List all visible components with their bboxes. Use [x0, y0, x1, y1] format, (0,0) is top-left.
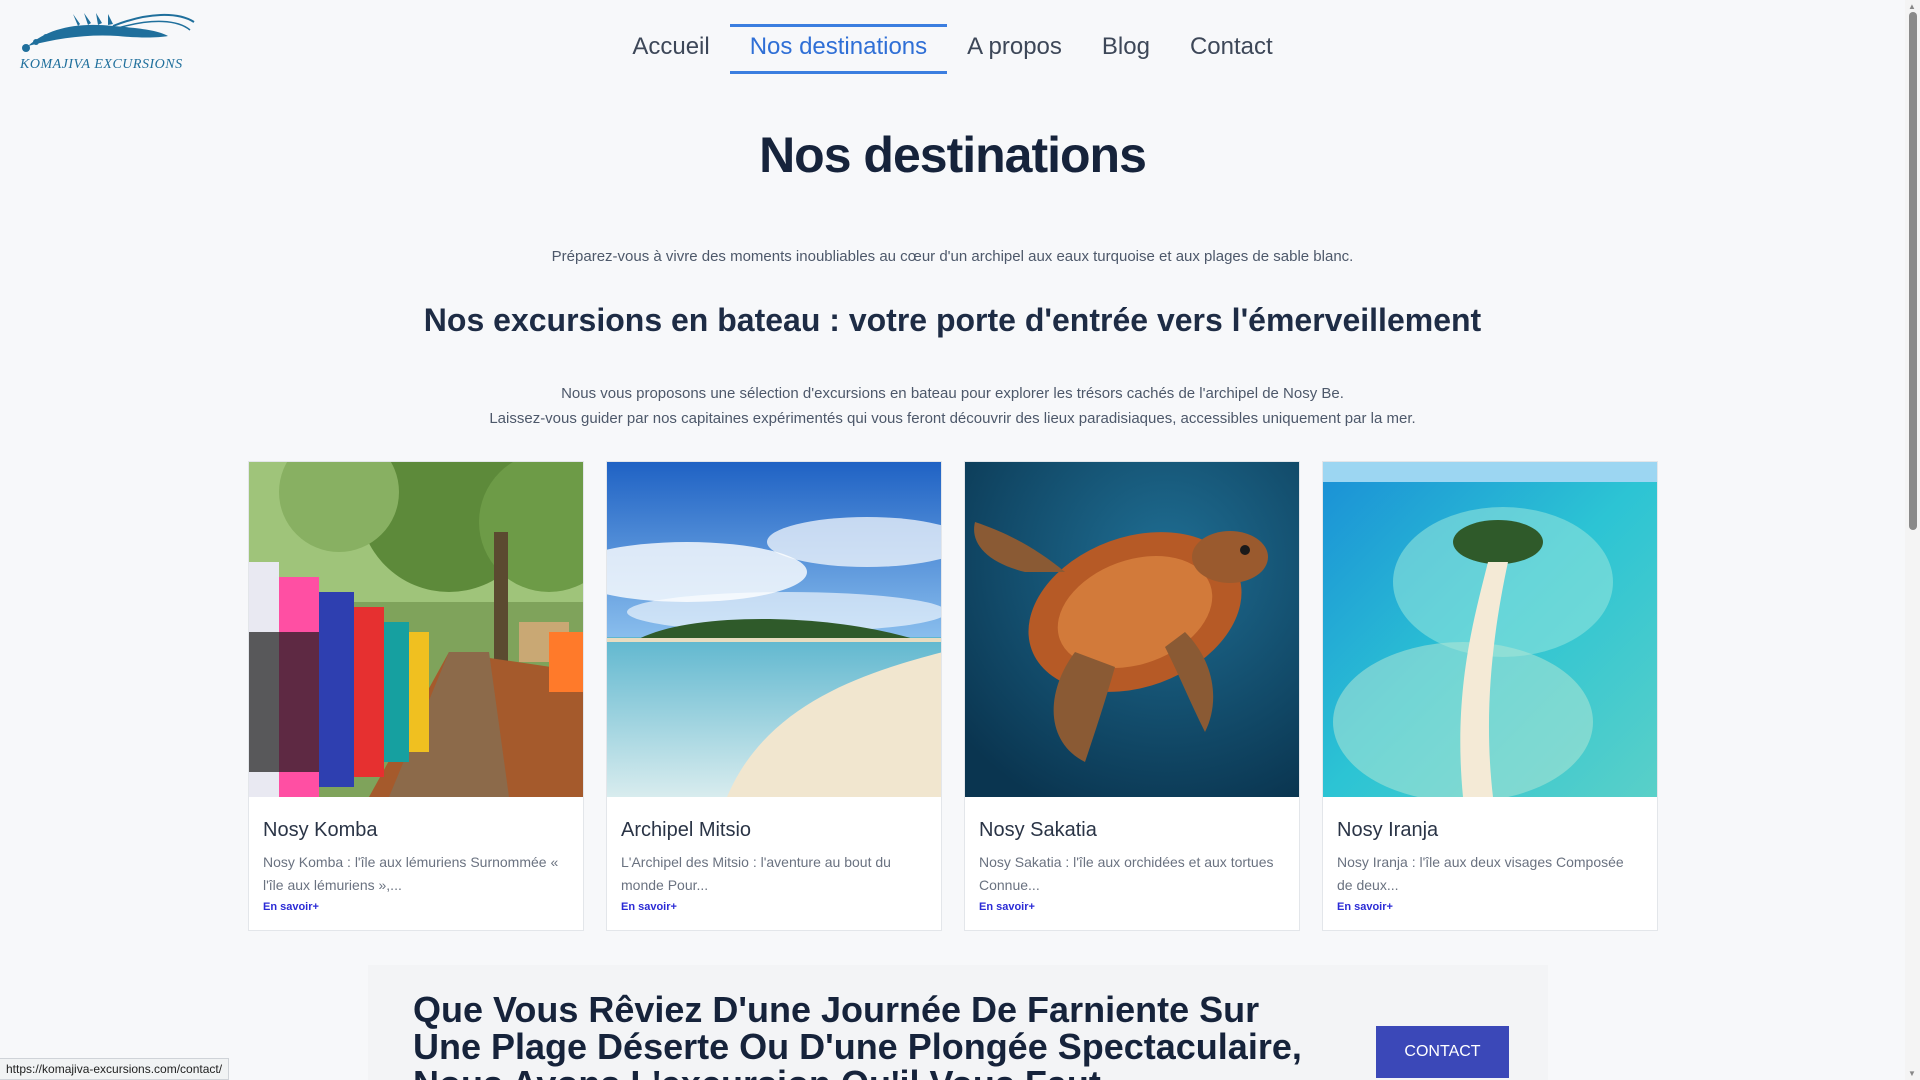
- destination-card-nosy-iranja[interactable]: Nosy Iranja Nosy Iranja : l'île aux deux…: [1322, 461, 1658, 931]
- banner-heading: Que Vous Rêviez D'une Journée De Farnien…: [413, 989, 1302, 1080]
- scroll-thumb[interactable]: [1909, 12, 1917, 530]
- cta-banner: Que Vous Rêviez D'une Journée De Farnien…: [368, 965, 1548, 1080]
- destination-card-nosy-sakatia[interactable]: Nosy Sakatia Nosy Sakatia : l'île aux or…: [964, 461, 1300, 931]
- contact-button[interactable]: CONTACT: [1376, 1026, 1509, 1078]
- scroll-down-icon[interactable]: ▼: [1908, 1069, 1916, 1078]
- card-title[interactable]: Nosy Sakatia: [979, 819, 1285, 842]
- nav-item-accueil[interactable]: Accueil: [612, 24, 729, 74]
- sea-turtle-image[interactable]: [965, 462, 1299, 797]
- market-path-image[interactable]: [249, 462, 583, 797]
- vertical-scrollbar[interactable]: ▲ ▼: [1905, 0, 1920, 1080]
- scroll-up-icon[interactable]: ▲: [1908, 2, 1916, 11]
- intro-line-1: Nous vous proposons une sélection d'excu…: [561, 385, 1344, 402]
- card-title[interactable]: Nosy Iranja: [1337, 819, 1643, 842]
- nav-item-contact[interactable]: Contact: [1170, 24, 1293, 74]
- read-more-link[interactable]: En savoir+: [979, 901, 1035, 913]
- card-title[interactable]: Nosy Komba: [263, 819, 569, 842]
- page-title: Nos destinations: [759, 127, 1147, 183]
- card-title[interactable]: Archipel Mitsio: [621, 819, 927, 842]
- destination-card-nosy-komba[interactable]: Nosy Komba Nosy Komba : l'île aux lémuri…: [248, 461, 584, 931]
- destination-cards: Nosy Komba Nosy Komba : l'île aux lémuri…: [248, 461, 1658, 931]
- card-excerpt: Nosy Komba : l'île aux lémuriens Surnomm…: [263, 854, 559, 893]
- island-beach-image[interactable]: [607, 462, 941, 797]
- main-nav: Accueil Nos destinations A propos Blog C…: [0, 24, 1905, 74]
- lead-text: Préparez-vous à vivre des moments inoubl…: [551, 248, 1354, 265]
- nav-item-blog[interactable]: Blog: [1082, 24, 1170, 74]
- nav-item-a-propos[interactable]: A propos: [947, 24, 1082, 74]
- intro-paragraph: Nous vous proposons une sélection d'excu…: [0, 381, 1905, 431]
- card-excerpt: L'Archipel des Mitsio : l'aventure au bo…: [621, 854, 891, 893]
- sandbank-aerial-image[interactable]: [1323, 462, 1657, 797]
- read-more-link[interactable]: En savoir+: [263, 901, 319, 913]
- status-bar-url: https://komajiva-excursions.com/contact/: [0, 1058, 230, 1080]
- destination-card-archipel-mitsio[interactable]: Archipel Mitsio L'Archipel des Mitsio : …: [606, 461, 942, 931]
- nav-item-nos-destinations[interactable]: Nos destinations: [729, 24, 948, 74]
- card-excerpt: Nosy Iranja : l'île aux deux visages Com…: [1337, 854, 1624, 893]
- read-more-link[interactable]: En savoir+: [1337, 901, 1393, 913]
- read-more-link[interactable]: En savoir+: [621, 901, 677, 913]
- card-excerpt: Nosy Sakatia : l'île aux orchidées et au…: [979, 854, 1274, 893]
- section-subtitle: Nos excursions en bateau : votre porte d…: [423, 302, 1482, 338]
- intro-line-2: Laissez-vous guider par nos capitaines e…: [489, 410, 1416, 427]
